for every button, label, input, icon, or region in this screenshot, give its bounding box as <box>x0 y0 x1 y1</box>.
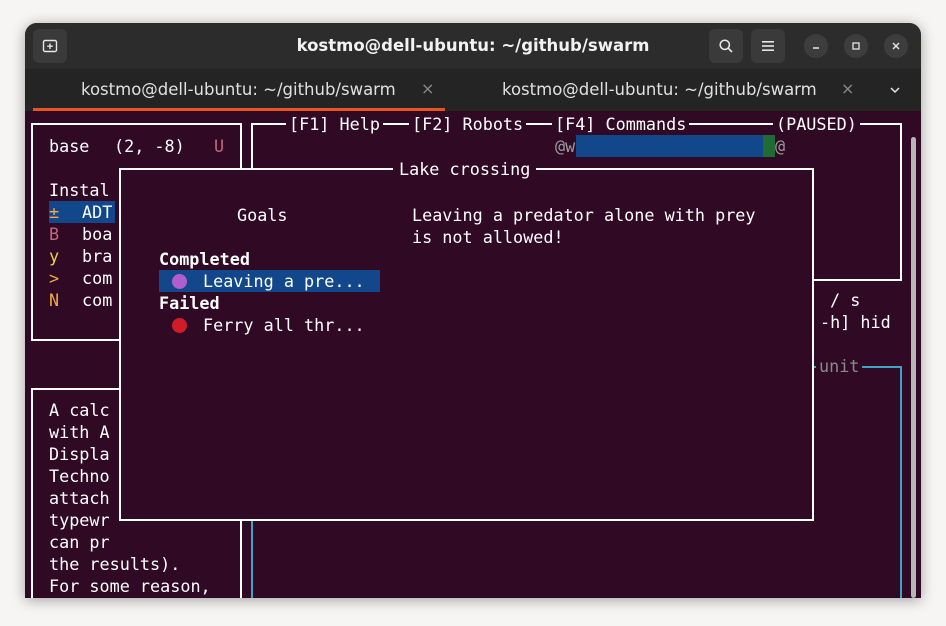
robot-flag: U <box>214 136 225 156</box>
command-hint: / s <box>830 289 861 311</box>
window-title: kostmo@dell-ubuntu: ~/github/swarm <box>296 36 650 55</box>
world-robot-b: @ <box>775 136 786 156</box>
goals-dialog: Lake crossing Goals Completed Leaving a … <box>119 158 814 521</box>
scrollbar[interactable] <box>911 137 916 598</box>
terminal-window: kostmo@dell-ubuntu: ~/github/swarm kostm… <box>25 23 921 598</box>
install-label: Instal <box>49 180 110 200</box>
robot-coords: (2, -8) <box>114 136 185 156</box>
world-robot-a: @w <box>555 136 576 156</box>
description-line: Techno <box>49 466 110 486</box>
description-line: typewr <box>49 510 110 530</box>
description-line: with A <box>49 422 110 442</box>
hide-hint: -h] hid <box>820 311 891 333</box>
tab-2-label: kostmo@dell-ubuntu: ~/github/swarm <box>502 80 817 99</box>
maximize-button[interactable] <box>844 34 868 58</box>
info-panel-title: unit <box>816 355 863 377</box>
goal-detail-line1: Leaving a predator alone with prey <box>412 205 756 225</box>
description-line: attach <box>49 488 110 508</box>
tab-2-close-icon[interactable]: × <box>841 79 854 98</box>
description-line: the results). <box>49 554 181 574</box>
help-menu-item[interactable]: [F1] Help <box>286 113 383 135</box>
robot-name: base <box>49 136 90 156</box>
tab-bar: kostmo@dell-ubuntu: ~/github/swarm × kos… <box>25 69 921 111</box>
terminal-content: base (2, -8) U Instal ± ADT B boa y bra … <box>25 111 921 598</box>
tab-1-label: kostmo@dell-ubuntu: ~/github/swarm <box>81 80 396 99</box>
failed-dot-icon <box>172 318 187 333</box>
description-more: . . . <box>93 592 150 598</box>
search-button[interactable] <box>709 29 743 63</box>
hamburger-icon <box>762 41 774 51</box>
inventory-label: com <box>82 290 113 310</box>
description-line: can pr <box>49 532 110 552</box>
inventory-glyph: B <box>49 224 60 244</box>
description-line: A calc <box>49 400 110 420</box>
tab-2[interactable]: kostmo@dell-ubuntu: ~/github/swarm × <box>455 69 885 111</box>
minimize-button[interactable] <box>804 34 828 58</box>
paused-indicator: (PAUSED) <box>773 113 860 135</box>
description-line: Displa <box>49 444 110 464</box>
tab-list-button[interactable] <box>888 82 902 101</box>
goal-detail-line2: is not allowed! <box>412 227 564 247</box>
inventory-label: ADT <box>82 202 113 222</box>
completed-dot-icon <box>172 274 187 289</box>
tab-1-close-icon[interactable]: × <box>421 79 434 98</box>
menu-button[interactable] <box>751 29 785 63</box>
inventory-label: com <box>82 268 113 288</box>
inventory-glyph: N <box>49 290 60 310</box>
dialog-title: Lake crossing <box>393 158 537 180</box>
close-icon <box>892 42 900 50</box>
inventory-glyph: > <box>49 268 60 288</box>
failed-goal-label[interactable]: Ferry all thr... <box>203 314 365 336</box>
water-tiles <box>576 135 763 157</box>
search-icon <box>719 39 733 53</box>
maximize-icon <box>852 42 860 50</box>
chevron-down-icon <box>890 87 900 94</box>
inventory-label: bra <box>82 246 113 266</box>
failed-header: Failed <box>159 293 220 313</box>
goals-header: Goals <box>237 205 288 225</box>
tab-1[interactable]: kostmo@dell-ubuntu: ~/github/swarm × <box>25 69 455 111</box>
completed-goal-label: Leaving a pre... <box>203 271 365 291</box>
inventory-glyph: ± <box>49 202 60 222</box>
robots-menu-item[interactable]: [F2] Robots <box>409 113 527 135</box>
completed-header: Completed <box>159 249 250 269</box>
inventory-label: boa <box>82 224 113 244</box>
close-window-button[interactable] <box>884 34 908 58</box>
inventory-glyph: y <box>49 246 60 266</box>
minimize-icon <box>813 47 819 49</box>
title-bar: kostmo@dell-ubuntu: ~/github/swarm <box>25 23 921 69</box>
grass-tile <box>763 135 775 157</box>
commands-menu-item[interactable]: [F4] Commands <box>552 113 690 135</box>
